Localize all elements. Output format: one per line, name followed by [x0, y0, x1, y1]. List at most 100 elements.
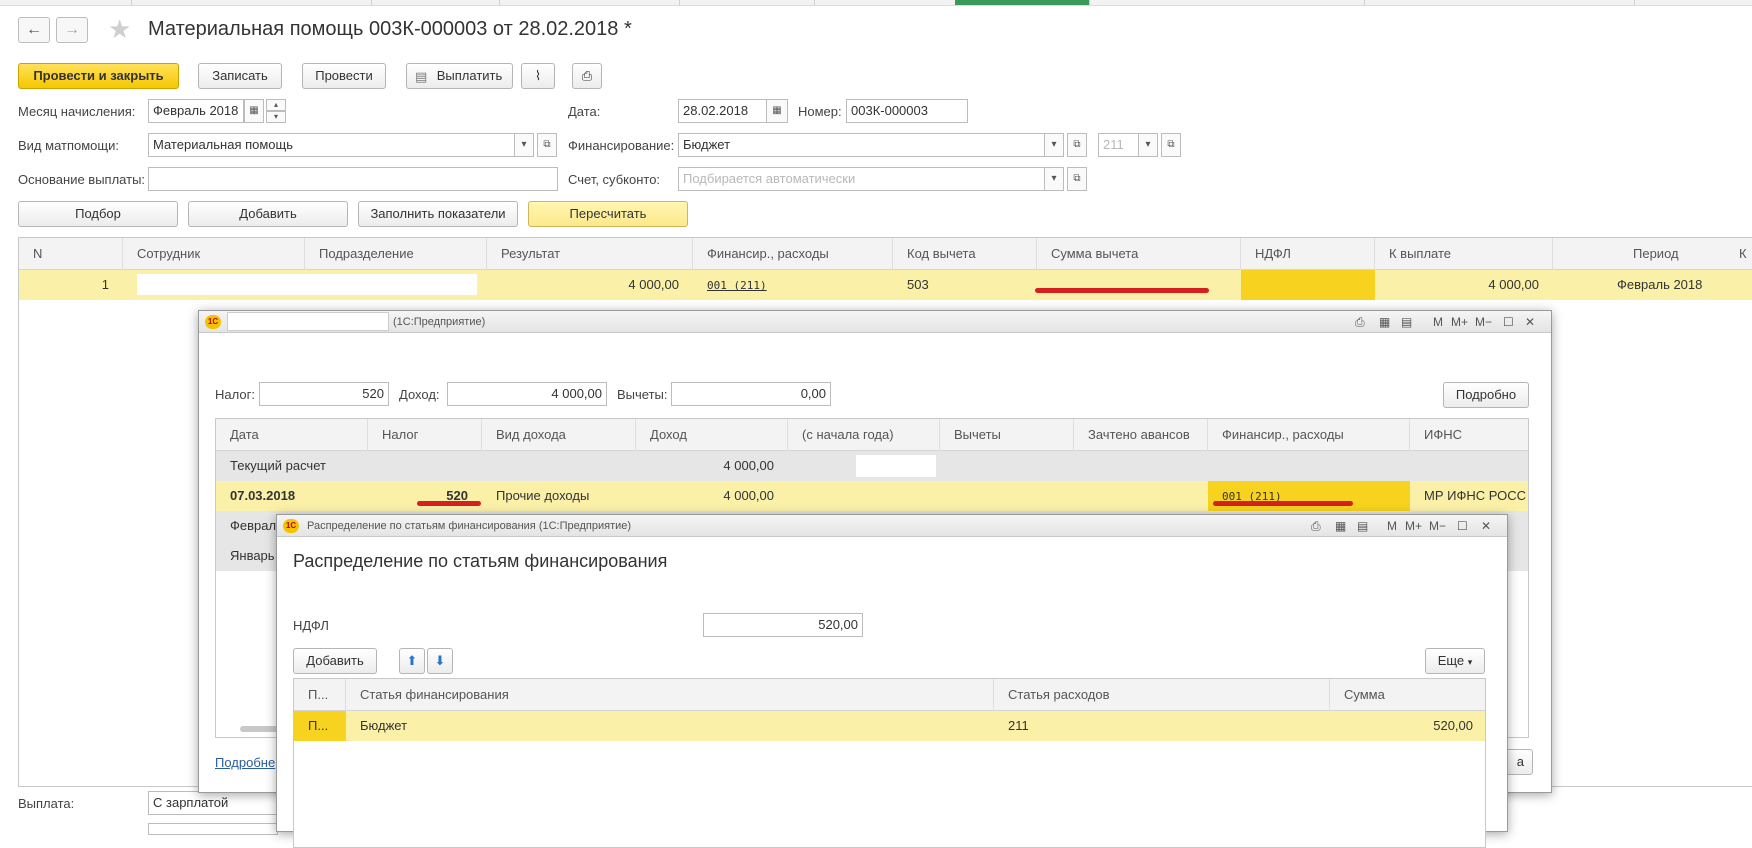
col-employee[interactable]: Сотрудник [123, 238, 305, 270]
cell-deduction-sum[interactable] [1037, 270, 1241, 300]
print-icon[interactable]: ⎙ [1355, 314, 1365, 330]
tab-segment[interactable] [1230, 0, 1365, 5]
memory-minus-icon[interactable]: M− [1429, 518, 1446, 534]
financing-open[interactable]: ⧉ [1067, 133, 1087, 157]
deductions-field[interactable]: 0,00 [671, 382, 831, 406]
back-button[interactable]: ← [18, 17, 50, 43]
tab-segment-active[interactable] [955, 0, 1090, 5]
col-n[interactable]: N [19, 238, 123, 270]
col-ytd[interactable]: (с начала года) [788, 419, 940, 451]
cell-financing[interactable]: 001 (211) [693, 270, 893, 300]
recalculate-button[interactable]: Пересчитать [528, 201, 688, 227]
cell-employee[interactable] [137, 274, 477, 295]
col-extra[interactable]: К [1733, 238, 1752, 270]
table-row[interactable]: 07.03.2018 520 Прочие доходы 4 000,00 00… [216, 481, 1528, 511]
calendar-icon[interactable]: ▤ [1357, 518, 1368, 534]
maximize-icon[interactable]: ☐ [1503, 314, 1514, 330]
save-button[interactable]: Записать [198, 63, 282, 89]
col-deduction-sum[interactable]: Сумма вычета [1037, 238, 1241, 270]
memory-plus-icon[interactable]: M+ [1405, 518, 1422, 534]
col-department[interactable]: Подразделение [305, 238, 487, 270]
cell-ifns[interactable]: МР ИФНС РОСС [1410, 481, 1528, 511]
month-up-button[interactable]: ▴ [266, 99, 286, 111]
maximize-icon[interactable]: ☐ [1457, 518, 1468, 534]
attach-button[interactable]: ⌇ [521, 63, 555, 89]
table-row[interactable]: 1 4 000,00 001 (211) 503 4 000,00 Феврал… [19, 270, 1752, 300]
cell-expense[interactable]: 211 [994, 711, 1330, 741]
cell-current-ytd[interactable] [856, 455, 936, 477]
col-result[interactable]: Результат [487, 238, 693, 270]
col-expense[interactable]: Статья расходов [994, 679, 1330, 711]
col-ifns[interactable]: ИФНС [1410, 419, 1528, 451]
month-field[interactable]: Февраль 2018 [148, 99, 244, 123]
memory-minus-icon[interactable]: M− [1475, 314, 1492, 330]
financing-link[interactable]: 001 (211) [707, 279, 767, 292]
memory-m-icon[interactable]: M [1433, 314, 1443, 330]
col-advances[interactable]: Зачтено авансов [1074, 419, 1208, 451]
close-icon[interactable]: ✕ [1525, 314, 1535, 330]
details-button[interactable]: Подробно [1443, 382, 1529, 408]
extra-field[interactable] [148, 823, 278, 835]
col-article[interactable]: Статья финансирования [346, 679, 994, 711]
ndfl-field[interactable]: 520,00 [703, 613, 863, 637]
more-button[interactable]: Еще ▾ [1425, 648, 1485, 674]
financing-code-field[interactable]: 211 [1098, 133, 1140, 157]
financing-dropdown[interactable]: ▾ [1044, 133, 1064, 157]
pick-button[interactable]: Подбор [18, 201, 178, 227]
col-sum[interactable]: Сумма [1330, 679, 1485, 711]
tab-segment[interactable] [132, 0, 372, 5]
move-down-button[interactable]: ⬇ [427, 648, 453, 674]
memory-m-icon[interactable]: M [1387, 518, 1397, 534]
move-up-button[interactable]: ⬆ [399, 648, 425, 674]
cell-income-type[interactable]: Прочие доходы [482, 481, 636, 511]
forward-button[interactable]: → [56, 17, 88, 43]
col-ndfl[interactable]: НДФЛ [1241, 238, 1375, 270]
table-row[interactable]: П... Бюджет 211 520,00 [294, 711, 1485, 741]
col-income-type[interactable]: Вид дохода [482, 419, 636, 451]
table-row[interactable]: Текущий расчет 4 000,00 [216, 451, 1528, 481]
date-field[interactable]: 28.02.2018 [678, 99, 768, 123]
details-link[interactable]: Подробне [215, 755, 275, 770]
date-calendar-button[interactable]: ▦ [766, 99, 788, 123]
cell-deduction-code[interactable]: 503 [893, 270, 1037, 300]
col-date[interactable]: Дата [216, 419, 368, 451]
pay-button[interactable]: ▤ Выплатить [406, 63, 513, 89]
col-income[interactable]: Доход [636, 419, 788, 451]
print-button[interactable]: ⎙ [572, 63, 602, 89]
number-field[interactable]: 003К-000003 [846, 99, 968, 123]
cell-result[interactable]: 4 000,00 [487, 270, 693, 300]
spreadsheet-icon[interactable]: ▦ [1379, 314, 1390, 330]
col-p[interactable]: П... [294, 679, 346, 711]
add-button[interactable]: Добавить [293, 648, 377, 674]
horizontal-scrollbar[interactable] [240, 726, 280, 732]
cell-sum[interactable]: 520,00 [1330, 711, 1485, 741]
cell-financing[interactable]: 001 (211) [1208, 481, 1410, 511]
col-financing[interactable]: Финансир., расходы [693, 238, 893, 270]
post-and-close-button[interactable]: Провести и закрыть [18, 63, 179, 89]
financing-code-open[interactable]: ⧉ [1161, 133, 1181, 157]
month-down-button[interactable]: ▾ [266, 111, 286, 123]
cell-ndfl[interactable] [1241, 270, 1375, 300]
col-to-pay[interactable]: К выплате [1375, 238, 1553, 270]
memory-plus-icon[interactable]: M+ [1451, 314, 1468, 330]
col-financing[interactable]: Финансир., расходы [1208, 419, 1410, 451]
fill-indicators-button[interactable]: Заполнить показатели [358, 201, 518, 227]
account-open[interactable]: ⧉ [1067, 167, 1087, 191]
favorite-star-icon[interactable]: ★ [108, 16, 131, 42]
cell-to-pay[interactable]: 4 000,00 [1375, 270, 1553, 300]
income-field[interactable]: 4 000,00 [447, 382, 607, 406]
cell-income[interactable]: 4 000,00 [636, 481, 788, 511]
aid-type-field[interactable]: Материальная помощь [148, 133, 516, 157]
col-deductions[interactable]: Вычеты [940, 419, 1074, 451]
tab-segment[interactable] [500, 0, 680, 5]
account-dropdown[interactable]: ▾ [1044, 167, 1064, 191]
cell-tax[interactable]: 520 [368, 481, 482, 511]
tab-segment[interactable] [680, 0, 815, 5]
tax-field[interactable]: 520 [259, 382, 389, 406]
calendar-button[interactable]: ▦ [244, 99, 264, 123]
account-field[interactable]: Подбирается автоматически [678, 167, 1046, 191]
aid-type-open[interactable]: ⧉ [537, 133, 557, 157]
tab-segment[interactable] [0, 0, 132, 5]
aid-type-dropdown[interactable]: ▾ [514, 133, 534, 157]
tab-segment[interactable] [1500, 0, 1635, 5]
